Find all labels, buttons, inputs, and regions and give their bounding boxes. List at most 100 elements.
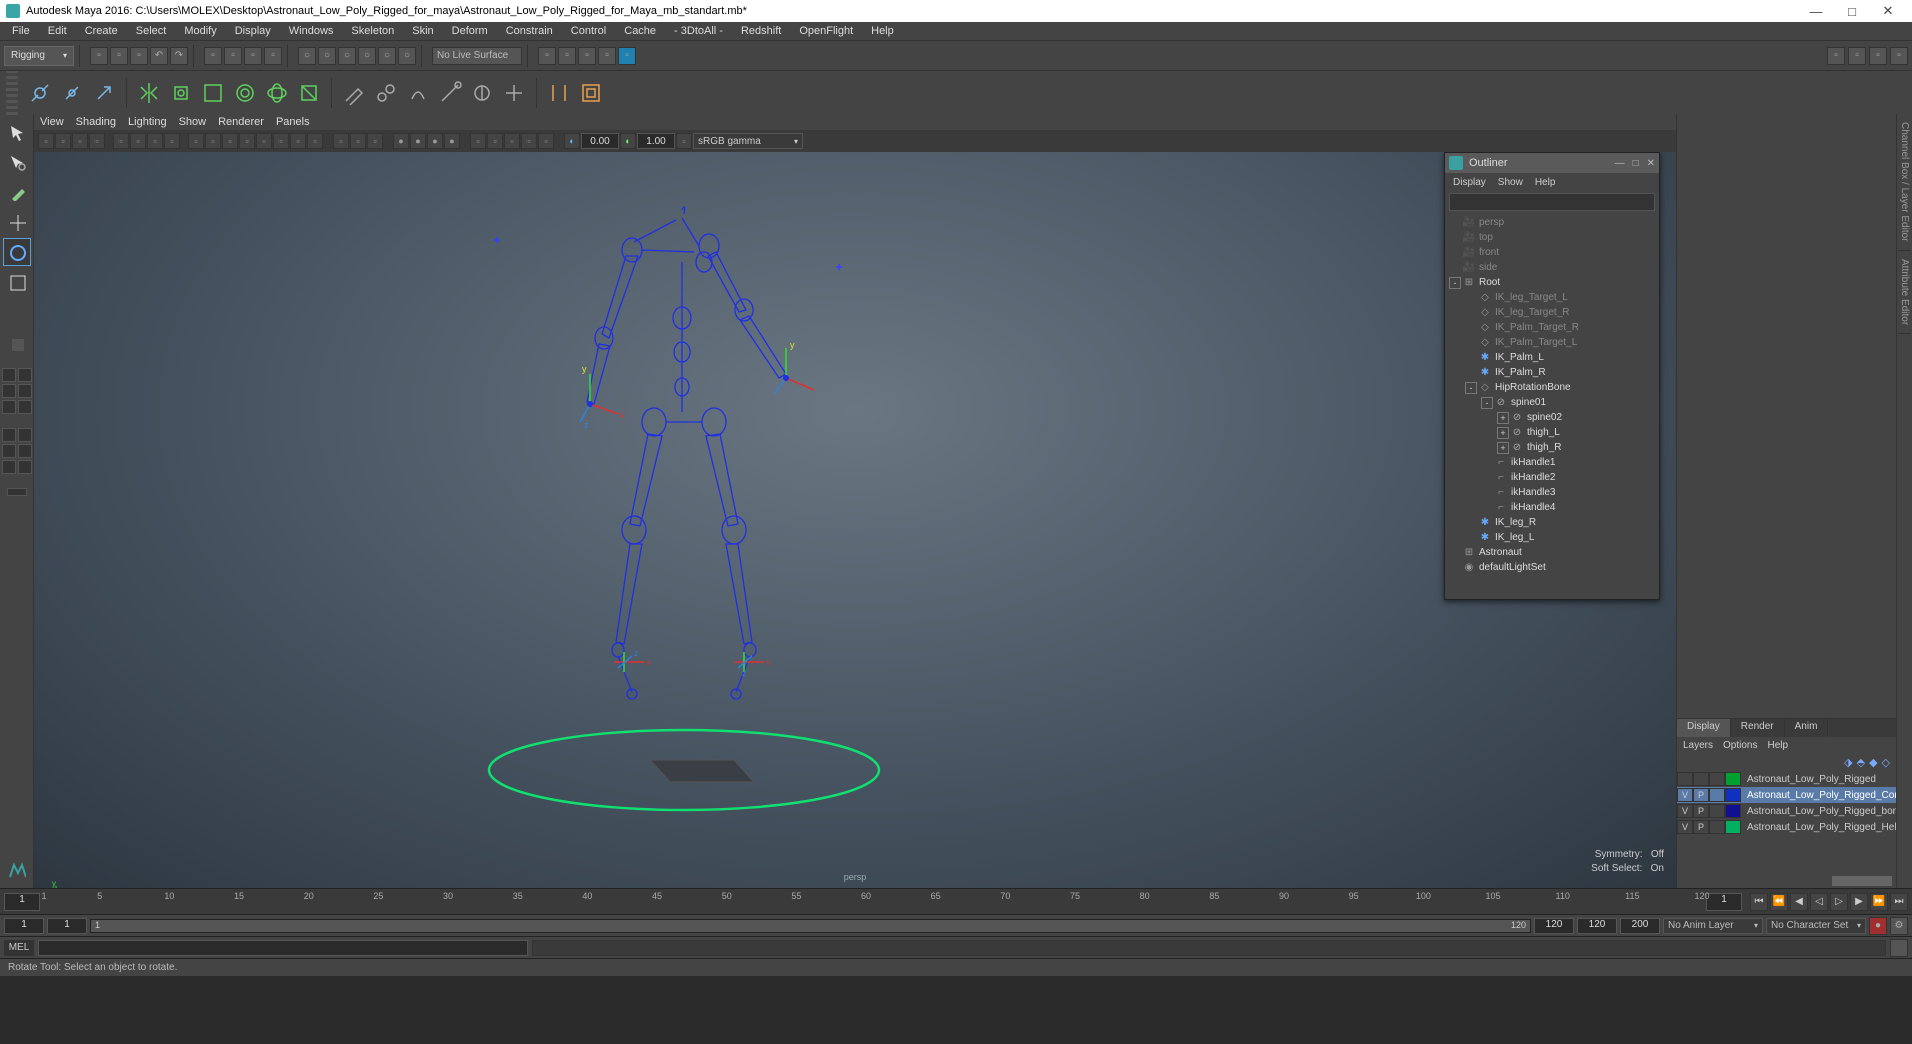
layer-p-toggle[interactable]: P — [1693, 804, 1709, 818]
misc-icon[interactable] — [7, 488, 27, 496]
outliner-panel[interactable]: Outliner — □ ✕ DisplayShowHelp 🎥persp🎥to… — [1444, 152, 1660, 600]
layer-color-swatch[interactable] — [1725, 820, 1741, 834]
pt-bookmk-icon[interactable]: ▫ — [72, 133, 88, 149]
layer-list[interactable]: Astronaut_Low_Poly_Rigged VPAstronaut_Low… — [1677, 771, 1896, 835]
menu-windows[interactable]: Windows — [281, 24, 342, 38]
outliner-item[interactable]: 🎥persp — [1445, 215, 1659, 230]
outliner-item[interactable]: ✱IK_leg_L — [1445, 530, 1659, 545]
layer-r-toggle[interactable] — [1709, 772, 1725, 786]
layout1-icon[interactable] — [2, 428, 16, 442]
gamma-icon[interactable]: ◐ — [620, 133, 636, 149]
autokey-icon[interactable]: ● — [1869, 917, 1887, 935]
layer-sel-icon[interactable]: ◇ — [1882, 756, 1890, 769]
anim-layer-dropdown[interactable]: No Anim Layer — [1663, 918, 1763, 934]
paint-weights-icon[interactable] — [340, 79, 368, 107]
pt-grid-icon[interactable]: ▫ — [113, 133, 129, 149]
panel-menu-show[interactable]: Show — [179, 116, 207, 128]
reroot-joint-icon[interactable] — [90, 79, 118, 107]
layer-v-toggle[interactable]: V — [1677, 788, 1693, 802]
viewport[interactable]: y x z y x z — [34, 152, 1676, 888]
mask2-icon[interactable] — [18, 368, 32, 382]
mask5-icon[interactable] — [2, 400, 16, 414]
outliner-item[interactable]: 🎥top — [1445, 230, 1659, 245]
fps-field[interactable]: 200 — [1620, 918, 1660, 934]
menu-modify[interactable]: Modify — [176, 24, 224, 38]
snap-toggle-icon[interactable]: ○ — [398, 47, 416, 65]
prefs-icon[interactable]: ⚙ — [1890, 917, 1908, 935]
pt-r1-icon[interactable]: ▫ — [470, 133, 486, 149]
outliner-item[interactable]: +⊘thigh_L — [1445, 425, 1659, 440]
layer-row[interactable]: Astronaut_Low_Poly_Rigged — [1677, 771, 1896, 787]
outliner-item[interactable]: ⌐ikHandle1 — [1445, 455, 1659, 470]
pt-xrayj-icon[interactable]: ▫ — [367, 133, 383, 149]
mask3-icon[interactable] — [2, 384, 16, 398]
layer-tab-anim[interactable]: Anim — [1785, 719, 1829, 737]
maximize-button[interactable]: □ — [1834, 4, 1870, 19]
go-start-icon[interactable]: ⏮ — [1750, 893, 1768, 911]
vt-icon[interactable]: ▫ — [676, 133, 692, 149]
layer-p-toggle[interactable]: P — [1693, 820, 1709, 834]
deform1-icon[interactable] — [545, 79, 573, 107]
step-back-key-icon[interactable]: ⏪ — [1770, 893, 1788, 911]
layer-tab-render[interactable]: Render — [1731, 719, 1785, 737]
exposure-icon[interactable]: ◐ — [564, 133, 580, 149]
layer-row[interactable]: VPAstronaut_Low_Poly_Rigged_Helpe — [1677, 819, 1896, 835]
render-icon5[interactable]: ▫ — [618, 47, 636, 65]
outliner-tree[interactable]: 🎥persp🎥top🎥front🎥side-⊞Root◇IK_leg_Targe… — [1445, 213, 1659, 599]
pt-l3-icon[interactable]: ● — [427, 133, 443, 149]
layer-r-toggle[interactable] — [1709, 820, 1725, 834]
pt-smooth-icon[interactable]: ▫ — [205, 133, 221, 149]
menu-file[interactable]: File — [4, 24, 38, 38]
outliner-item[interactable]: ◇IK_leg_Target_R — [1445, 305, 1659, 320]
panel-menu-panels[interactable]: Panels — [276, 116, 310, 128]
pt-shadow-icon[interactable]: ▫ — [256, 133, 272, 149]
layer-add-icon[interactable]: ⬘ — [1857, 756, 1865, 769]
pt-light-icon[interactable]: ▫ — [239, 133, 255, 149]
panel-menu-lighting[interactable]: Lighting — [128, 116, 167, 128]
play-fwd-icon[interactable]: ▷ — [1830, 893, 1848, 911]
pt-motion-icon[interactable]: ▫ — [307, 133, 323, 149]
paint-select-icon[interactable] — [3, 178, 31, 206]
outliner-close-icon[interactable]: ✕ — [1647, 158, 1655, 169]
ik-spline-icon[interactable] — [231, 79, 259, 107]
outliner-menu-display[interactable]: Display — [1453, 177, 1486, 188]
outliner-item[interactable]: ⌐ikHandle4 — [1445, 500, 1659, 515]
select-object-icon[interactable]: ▫ — [224, 47, 242, 65]
orient-joint-icon[interactable] — [167, 79, 195, 107]
outliner-item[interactable]: ◉defaultLightSet — [1445, 560, 1659, 575]
new-scene-icon[interactable]: ▫ — [90, 47, 108, 65]
time-current-left[interactable]: 1 — [4, 893, 40, 911]
scale-tool-icon[interactable] — [3, 268, 31, 296]
layer-v-toggle[interactable]: V — [1677, 804, 1693, 818]
outliner-item[interactable]: ⌐ikHandle3 — [1445, 485, 1659, 500]
menu-openflight[interactable]: OpenFlight — [791, 24, 861, 38]
menu-create[interactable]: Create — [77, 24, 126, 38]
layout-icon2[interactable]: ▫ — [1848, 47, 1866, 65]
range-slider[interactable]: 1 1 1 120 120 120 200 No Anim Layer No C… — [0, 914, 1912, 936]
workspace-dropdown[interactable]: Rigging — [4, 46, 74, 66]
pt-r5-icon[interactable]: ▫ — [538, 133, 554, 149]
insert-joint-icon[interactable] — [58, 79, 86, 107]
pt-img-icon[interactable]: ▫ — [89, 133, 105, 149]
outliner-item[interactable]: 🎥front — [1445, 245, 1659, 260]
snap-plane-icon[interactable]: ○ — [358, 47, 376, 65]
play-back-icon[interactable]: ◁ — [1810, 893, 1828, 911]
outliner-item[interactable]: ⌐ikHandle2 — [1445, 470, 1659, 485]
pt-gate-icon[interactable]: ▫ — [147, 133, 163, 149]
go-end-icon[interactable]: ⏭ — [1890, 893, 1908, 911]
select-tool-icon[interactable] — [3, 118, 31, 146]
layer-new-icon[interactable]: ◆ — [1869, 756, 1877, 769]
ik-spline2-icon[interactable] — [263, 79, 291, 107]
range-bar[interactable]: 1 120 — [91, 920, 1530, 932]
outliner-menu-show[interactable]: Show — [1498, 177, 1523, 188]
time-ruler[interactable]: 1510152025303540455055606570758085909510… — [44, 889, 1702, 914]
layer-menu-help[interactable]: Help — [1767, 740, 1788, 751]
layout-icon1[interactable]: ▫ — [1827, 47, 1845, 65]
outliner-min-icon[interactable]: — — [1615, 158, 1625, 169]
shelf-tabs-handle[interactable] — [6, 71, 18, 115]
layout6-icon[interactable] — [18, 460, 32, 474]
layer-move-icon[interactable]: ⬗ — [1844, 756, 1852, 769]
menu-redshift[interactable]: Redshift — [733, 24, 789, 38]
mask1-icon[interactable] — [2, 368, 16, 382]
layer-menu-layers[interactable]: Layers — [1683, 740, 1713, 751]
